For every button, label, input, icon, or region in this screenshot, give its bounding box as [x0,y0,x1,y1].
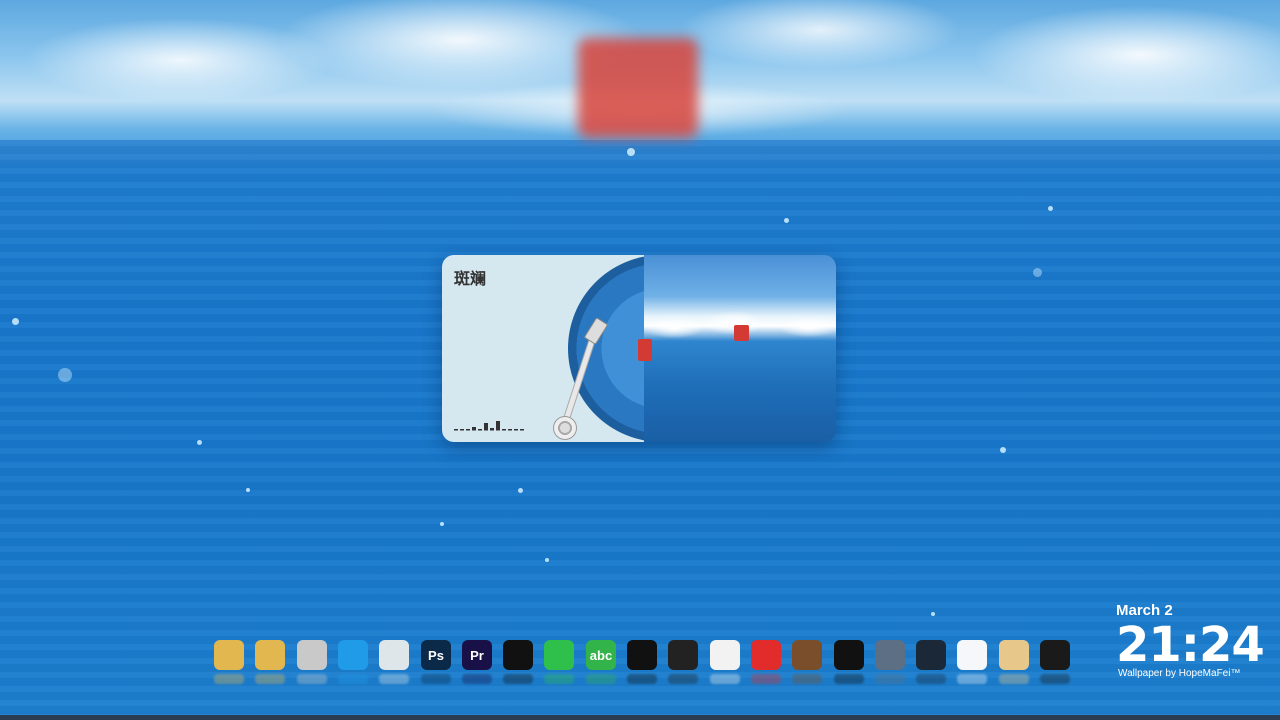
taskbar-edge [0,715,1280,720]
particle [197,440,202,445]
monitor-icon[interactable] [834,640,864,684]
premiere-icon[interactable]: Pr [462,640,492,684]
dock-reflection [751,674,781,684]
edge-icon[interactable] [338,640,368,684]
dock-reflection [503,674,533,684]
particle [784,218,789,223]
particle [1048,206,1053,211]
album-cover[interactable] [644,255,836,442]
netease-music-icon[interactable] [751,640,781,684]
dock-reflection [834,674,864,684]
dock-reflection [255,674,285,684]
abc-input-label: abc [589,647,613,663]
particle [1000,447,1006,453]
photoshop-icon[interactable]: Ps [421,640,451,684]
paint-icon[interactable] [999,640,1029,684]
bilibili-icon[interactable] [710,640,740,684]
wechat-icon[interactable] [544,640,574,684]
dock: Ps Pr abc [208,640,1078,692]
record-icon[interactable] [627,640,657,684]
dock-reflection [586,674,616,684]
dock-reflection [792,674,822,684]
dock-reflection [875,674,905,684]
clock-time: 21:24 [1116,617,1265,673]
window-icon[interactable] [1040,640,1070,684]
photoshop-label: Ps [428,647,444,663]
wallpaper-seal-logo [578,38,698,138]
vinyl-seal-label [638,339,652,361]
dock-reflection [297,674,327,684]
particle [931,612,935,616]
steam-icon[interactable] [916,640,946,684]
player-panel: 斑斓 [442,255,755,442]
particle [1033,268,1042,277]
particle [518,488,523,493]
dock-reflection [999,674,1029,684]
particle [58,368,72,382]
music-player-widget[interactable]: 斑斓 [442,255,836,442]
dock-reflection [627,674,657,684]
dock-reflection [421,674,451,684]
particle [246,488,250,492]
dock-reflection [462,674,492,684]
album-seal-logo [734,325,749,341]
particle [12,318,19,325]
folder-1-icon[interactable] [214,640,244,684]
folder-2-icon[interactable] [255,640,285,684]
dock-reflection [916,674,946,684]
wallpaper-credit: Wallpaper by HopeMaFei™ [1118,668,1241,679]
minecraft-icon[interactable] [792,640,822,684]
word-doc-icon[interactable] [957,640,987,684]
abc-input-icon[interactable]: abc [586,640,616,684]
particle [440,522,444,526]
file-manager-icon[interactable] [379,640,409,684]
obs-icon[interactable] [668,640,698,684]
capcut-icon[interactable] [503,640,533,684]
premiere-label: Pr [470,647,484,663]
dock-reflection [214,674,244,684]
dock-reflection [710,674,740,684]
audio-visualizer [454,421,524,431]
particle [545,558,549,562]
dock-reflection [957,674,987,684]
tonearm-pivot [553,416,577,440]
dock-reflection [379,674,409,684]
dock-reflection [1040,674,1070,684]
particle [627,148,635,156]
song-title: 斑斓 [454,269,487,288]
dock-reflection [338,674,368,684]
gamepad-icon[interactable] [875,640,905,684]
dock-reflection [668,674,698,684]
dock-reflection [544,674,574,684]
folder-3-icon[interactable] [297,640,327,684]
